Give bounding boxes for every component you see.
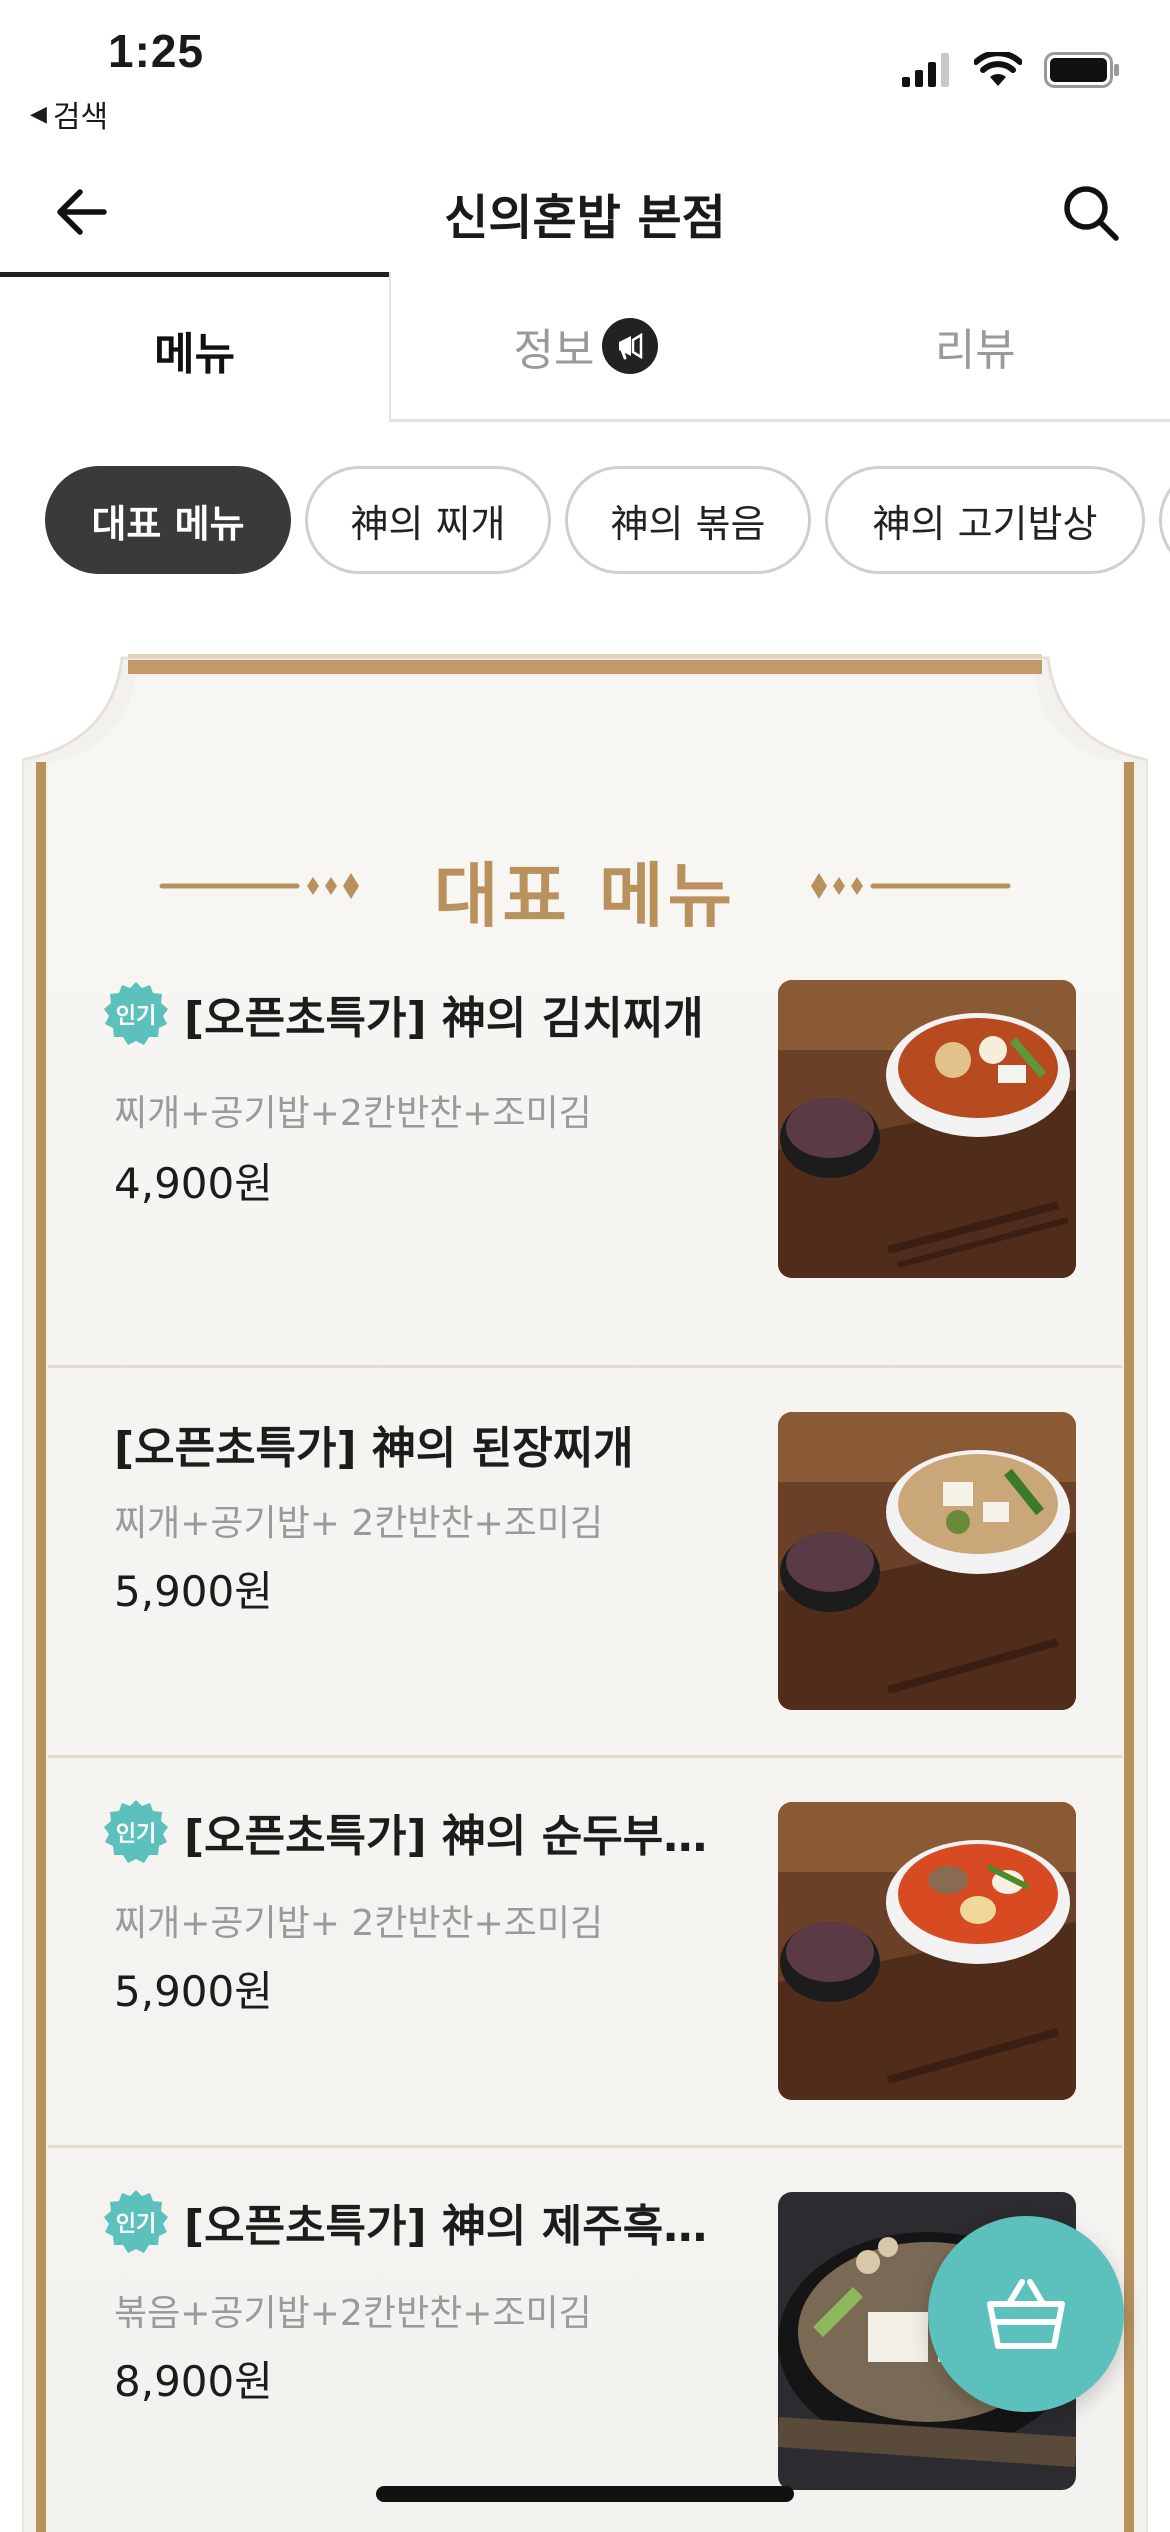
home-indicator xyxy=(376,2486,794,2502)
status-bar: 1:25 ◀ 검색 xyxy=(0,0,1170,150)
cart-button[interactable] xyxy=(928,2216,1124,2412)
doenjang-jjigae-photo xyxy=(778,1412,1076,1710)
wifi-icon xyxy=(974,52,1022,86)
search-icon xyxy=(1064,186,1119,241)
item-description: 찌개+공기밥+ 2칸반찬+조미김 xyxy=(114,1903,604,1944)
chip-signature-menu[interactable]: 대표 메뉴 xyxy=(45,466,291,574)
chip-meat-meal[interactable]: 神의 고기밥상 xyxy=(825,466,1145,574)
status-icons xyxy=(902,52,1120,88)
item-name: [오픈초특가] 神의 김치찌개 xyxy=(184,993,704,1044)
menu-item[interactable]: [오픈초특가] 神의 된장찌개 찌개+공기밥+ 2칸반찬+조미김 5,900원 xyxy=(48,1368,1122,1758)
tab-info[interactable]: 정보 xyxy=(389,272,781,422)
badge-text: 인기 xyxy=(116,1004,156,1029)
tab-review-label: 리뷰 xyxy=(934,324,1016,376)
signal-icon xyxy=(902,53,949,87)
status-back-label: 검색 xyxy=(52,100,109,135)
item-name-row: 인기 [오픈초특가] 神의 김치찌개 xyxy=(102,980,704,1048)
status-time: 1:25 xyxy=(108,25,205,77)
kimchi-jjigae-photo xyxy=(778,980,1076,1278)
item-name: [오픈초특가] 神의 된장찌개 xyxy=(114,1423,634,1474)
item-price: 8,900원 xyxy=(114,2357,273,2406)
badge-text: 인기 xyxy=(116,2212,156,2237)
popular-badge: 인기 xyxy=(104,2190,168,2253)
badge-text: 인기 xyxy=(116,1822,156,1847)
menu-item[interactable]: 인기 [오픈초특가] 神의 순두부찌개 찌개+공기밥+ 2칸반찬+조미김 5,9… xyxy=(48,1758,1122,2148)
item-price: 5,900원 xyxy=(114,1967,273,2016)
tab-menu[interactable]: 메뉴 xyxy=(0,272,390,422)
item-name: [오픈초특가] 神의 제주흑돼… xyxy=(184,2201,744,2252)
popular-badge: 인기 xyxy=(104,982,168,1045)
chip-label: 神의 찌개 xyxy=(350,501,506,546)
basket-icon xyxy=(987,2279,1065,2349)
page-title: 신의혼밥 본점 xyxy=(444,190,726,246)
app-header: 신의혼밥 본점 xyxy=(0,150,1170,270)
section-title: 대표 메뉴 xyxy=(434,855,736,937)
store-tabs: 메뉴 정보 리뷰 xyxy=(0,272,1170,422)
chip-label: 대표 메뉴 xyxy=(91,501,245,546)
item-price: 4,900원 xyxy=(114,1159,273,1208)
chip-label: 神의 볶음 xyxy=(610,501,766,546)
chip-more[interactable] xyxy=(1159,466,1170,574)
chip-stirfry[interactable]: 神의 볶음 xyxy=(565,466,811,574)
status-back-link[interactable]: ◀ 검색 xyxy=(30,92,108,136)
item-description: 볶음+공기밥+2칸반찬+조미김 xyxy=(114,2293,592,2334)
megaphone-icon xyxy=(602,317,659,374)
search-button[interactable] xyxy=(1058,180,1122,244)
item-name-row: 인기 [오픈초특가] 神의 순두부찌개 xyxy=(102,1798,744,1866)
sundubu-jjigae-photo xyxy=(778,1802,1076,2100)
chip-label: 神의 고기밥상 xyxy=(872,501,1098,546)
tab-review[interactable]: 리뷰 xyxy=(780,272,1170,422)
category-chips: 대표 메뉴 神의 찌개 神의 볶음 神의 고기밥상 xyxy=(45,466,1170,576)
item-name: [오픈초특가] 神의 순두부찌개 xyxy=(184,1811,744,1862)
item-name-row: [오픈초특가] 神의 된장찌개 xyxy=(114,1412,634,1476)
chip-stew[interactable]: 神의 찌개 xyxy=(305,466,551,574)
item-description: 찌개+공기밥+ 2칸반찬+조미김 xyxy=(114,1503,604,1544)
back-triangle-icon: ◀ xyxy=(30,101,47,127)
item-description: 찌개+공기밥+2칸반찬+조미김 xyxy=(114,1093,592,1134)
battery-icon xyxy=(1044,52,1119,88)
item-name-row: 인기 [오픈초특가] 神의 제주흑돼… xyxy=(102,2188,744,2256)
tab-menu-label: 메뉴 xyxy=(154,328,236,380)
tab-info-label: 정보 xyxy=(513,324,595,376)
menu-item[interactable]: 인기 [오픈초특가] 神의 김치찌개 찌개+공기밥+2칸반찬+조미김 4,900… xyxy=(48,980,1122,1368)
item-price: 5,900원 xyxy=(114,1567,273,1616)
popular-badge: 인기 xyxy=(104,1800,168,1863)
